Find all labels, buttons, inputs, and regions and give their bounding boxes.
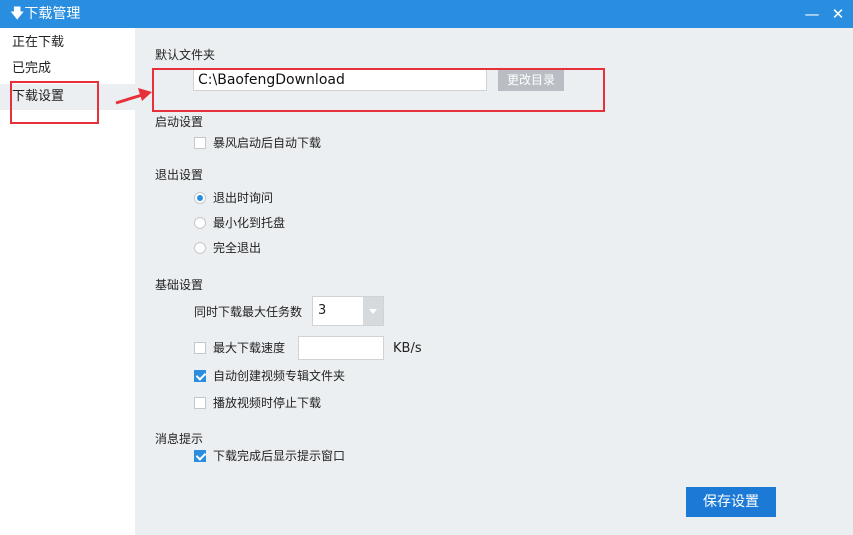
checkbox-box	[194, 342, 206, 354]
annotation-highlight-folder	[152, 68, 605, 112]
window-title: 🡇下载管理	[10, 6, 81, 22]
sidebar-item-downloading[interactable]: 正在下载	[0, 30, 135, 56]
basic-settings-label: 基础设置	[155, 278, 204, 292]
radio-dot	[194, 192, 206, 204]
startup-settings-label: 启动设置	[155, 115, 204, 129]
max-tasks-label: 同时下载最大任务数	[194, 305, 303, 319]
speed-unit-label: KB/s	[393, 341, 422, 356]
save-settings-button[interactable]: 保存设置	[686, 487, 776, 517]
exit-settings-label: 退出设置	[155, 168, 204, 182]
chevron-down-icon	[363, 297, 383, 325]
notification-settings-label: 消息提示	[155, 432, 204, 446]
checkbox-box	[194, 137, 206, 149]
checkbox-box	[194, 397, 206, 409]
checkbox-box	[194, 450, 206, 462]
annotation-arrow-icon	[115, 88, 152, 105]
max-tasks-select[interactable]: 3	[312, 296, 384, 326]
title-bar: 🡇下载管理 — ✕	[0, 0, 853, 28]
minimize-button[interactable]: —	[800, 0, 824, 28]
default-folder-label: 默认文件夹	[155, 48, 216, 62]
radio-dot	[194, 242, 206, 254]
close-button[interactable]: ✕	[826, 0, 850, 28]
sidebar-item-completed[interactable]: 已完成	[0, 56, 135, 82]
max-speed-input[interactable]	[298, 336, 384, 360]
checkbox-box	[194, 370, 206, 382]
annotation-highlight-sidebar	[10, 81, 99, 124]
download-arrow-icon: 🡇	[10, 6, 25, 22]
radio-dot	[194, 217, 206, 229]
